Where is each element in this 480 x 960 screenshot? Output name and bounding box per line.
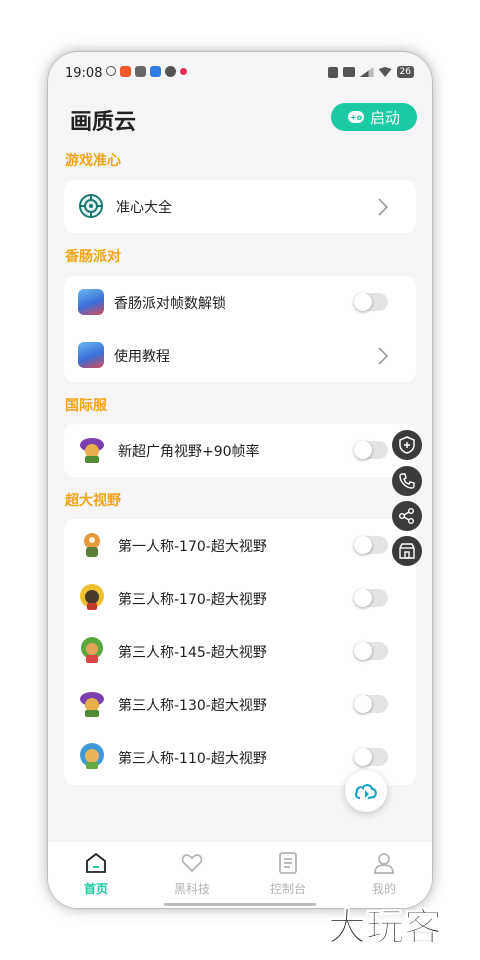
fov-row: 第一人称-170-超大视野	[64, 519, 416, 572]
cloud-icon	[354, 784, 377, 800]
fov-row: 第三人称-130-超大视野	[64, 678, 416, 731]
row-label: 第三人称-170-超大视野	[118, 592, 267, 608]
toggle-knob	[354, 293, 372, 311]
tab-home[interactable]: 首页	[48, 842, 144, 908]
fov-toggle[interactable]	[354, 695, 388, 713]
status-bar: 19:08 26	[48, 52, 432, 96]
share-icon	[399, 508, 414, 524]
fov-row: 第三人称-170-超大视野	[64, 572, 416, 625]
section-card: 新超广角视野+90帧率	[64, 424, 416, 477]
fov-toggle[interactable]	[354, 536, 388, 554]
notification-icon	[120, 66, 131, 77]
watermark: 大玩客	[327, 905, 443, 950]
section-title: 香肠派对	[65, 249, 121, 265]
toggle-knob	[354, 748, 372, 766]
person-icon	[374, 853, 394, 874]
section-card: 香肠派对帧数解锁 使用教程	[64, 276, 416, 382]
status-time: 19:08	[65, 66, 103, 81]
section-title: 国际服	[65, 398, 107, 414]
character-icon	[80, 692, 104, 717]
game-app-icon	[78, 342, 104, 368]
gamepad-icon: +o	[347, 111, 364, 123]
row-label: 使用教程	[114, 349, 170, 365]
store-icon	[399, 543, 415, 559]
game-app-icon	[78, 289, 104, 315]
toggle-knob	[354, 589, 372, 607]
row-label: 第三人称-110-超大视野	[118, 751, 267, 767]
row-label: 新超广角视野+90帧率	[118, 444, 260, 460]
shield-plus-icon	[399, 436, 415, 454]
wide-fov-toggle[interactable]	[354, 441, 388, 459]
fov-toggle[interactable]	[354, 642, 388, 660]
character-icon	[80, 584, 104, 610]
notification-icon	[180, 68, 187, 75]
fov-toggle[interactable]	[354, 589, 388, 607]
fps-unlock-toggle[interactable]	[354, 293, 388, 311]
chevron-right-icon	[378, 347, 389, 365]
home-indicator	[164, 903, 316, 906]
tab-tech[interactable]: 黑科技	[144, 842, 240, 908]
page-title: 画质云	[70, 110, 137, 135]
toggle-knob	[354, 695, 372, 713]
section-title: 超大视野	[65, 493, 121, 509]
document-icon	[279, 852, 297, 874]
character-icon	[80, 438, 104, 463]
character-icon	[80, 743, 104, 769]
character-icon	[81, 637, 103, 663]
vibrate-icon	[327, 66, 338, 78]
tab-console[interactable]: 控制台	[240, 842, 336, 908]
signal-icon	[359, 67, 374, 77]
hd-icon	[342, 67, 355, 77]
row-label: 准心大全	[116, 200, 172, 216]
system-status: 26	[327, 66, 414, 78]
store-button[interactable]	[392, 536, 422, 566]
row-label: 第三人称-130-超大视野	[118, 698, 267, 714]
share-button[interactable]	[392, 501, 422, 531]
toggle-knob	[354, 536, 372, 554]
intl-wide-fov-row: 新超广角视野+90帧率	[64, 424, 416, 477]
tab-label: 控制台	[269, 882, 306, 896]
notification-icon	[106, 66, 116, 76]
fov-row: 第三人称-145-超大视野	[64, 625, 416, 678]
section-title: 游戏准心	[65, 153, 121, 169]
wifi-icon	[378, 67, 392, 77]
notification-icon	[135, 66, 146, 77]
toggle-knob	[354, 441, 372, 459]
tab-label: 首页	[83, 882, 108, 896]
heart-icon	[181, 854, 203, 873]
notification-icon	[165, 66, 176, 77]
cloud-assistant-button[interactable]	[345, 770, 387, 812]
tab-label: 我的	[371, 882, 396, 896]
phone-icon	[399, 473, 415, 489]
shield-plus-button[interactable]	[392, 430, 422, 460]
battery-icon: 26	[396, 66, 414, 78]
section-card: 第一人称-170-超大视野 第三人称-170-超大视野 第三人称-145-超大视…	[64, 519, 416, 785]
phone-screen: 19:08 26 画质云 +o 启动 游戏准心 准心大全 香肠派对 香肠派对帧数…	[48, 52, 432, 908]
launch-button[interactable]: +o 启动	[331, 103, 417, 131]
row-label: 第一人称-170-超大视野	[118, 539, 267, 555]
fps-unlock-row: 香肠派对帧数解锁	[64, 276, 416, 329]
crosshair-list-row[interactable]: 准心大全	[64, 180, 416, 233]
launch-button-label: 启动	[369, 108, 400, 127]
section-card: 准心大全	[64, 180, 416, 233]
notification-icon	[150, 66, 161, 77]
crosshair-icon	[79, 194, 103, 218]
home-icon	[86, 852, 106, 873]
tab-label: 黑科技	[173, 882, 210, 896]
chevron-right-icon	[378, 198, 389, 216]
fov-toggle[interactable]	[354, 748, 388, 766]
character-icon	[84, 533, 100, 557]
row-label: 香肠派对帧数解锁	[114, 296, 226, 312]
tutorial-row[interactable]: 使用教程	[64, 329, 416, 382]
toggle-knob	[354, 642, 372, 660]
row-label: 第三人称-145-超大视野	[118, 645, 267, 661]
notification-icons	[106, 66, 187, 77]
phone-button[interactable]	[392, 466, 422, 496]
